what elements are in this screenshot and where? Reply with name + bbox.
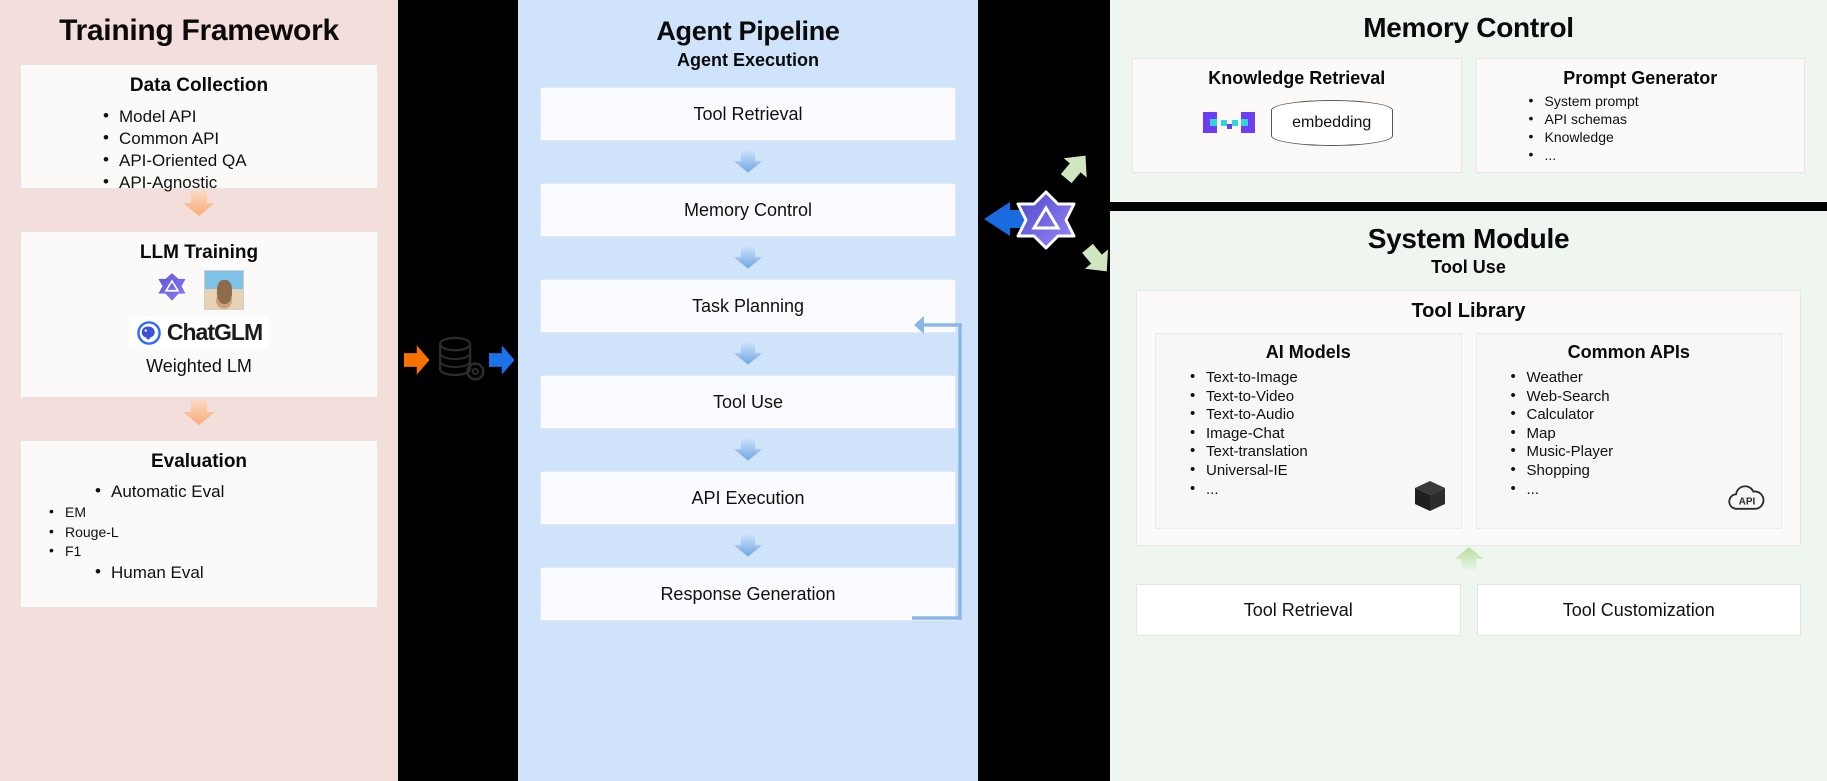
prompt-generator-title: Prompt Generator bbox=[1563, 68, 1718, 88]
arrow-down-blue-4 bbox=[518, 429, 978, 471]
prompt-generator-card: Prompt Generator System prompt API schem… bbox=[1475, 58, 1805, 173]
system-module-subtitle: Tool Use bbox=[1431, 257, 1506, 277]
arrow-down-blue-1 bbox=[518, 141, 978, 183]
list-item: Human Eval bbox=[93, 561, 377, 584]
chatglm-label: ChatGLM bbox=[166, 319, 263, 345]
embedding-database-icon: embedding bbox=[1270, 100, 1393, 146]
data-collection-list: Model API Common API API-Oriented QA API… bbox=[101, 105, 377, 194]
common-apis-title: Common APIs bbox=[1567, 342, 1690, 362]
list-item: ... bbox=[1527, 146, 1805, 165]
embedding-label: embedding bbox=[1292, 114, 1372, 131]
list-item: API-Agnostic bbox=[101, 171, 377, 194]
pipeline-stage-task-planning[interactable]: Task Planning bbox=[540, 279, 956, 333]
data-collection-card: Data Collection Model API Common API API… bbox=[20, 64, 378, 193]
list-item: Text-to-Audio bbox=[1188, 405, 1461, 425]
evaluation-card: Evaluation Automatic Eval EM Rouge-L F1 … bbox=[20, 440, 378, 608]
list-item: Web-Search bbox=[1509, 387, 1782, 407]
list-item: Universal-IE bbox=[1188, 461, 1461, 481]
arrow-green-down-right bbox=[1082, 243, 1108, 272]
chatglm-logo-icon: ChatGLM bbox=[128, 316, 270, 349]
agent-pipeline-title: Agent Pipeline bbox=[656, 16, 840, 46]
prompt-generator-list: System prompt API schemas Knowledge ... bbox=[1527, 92, 1805, 165]
llm-training-card: LLM Training ChatGLM Weighted LM bbox=[20, 231, 378, 398]
agent-pipeline-panel: Agent Pipeline Agent Execution Tool Retr… bbox=[518, 0, 978, 781]
cube-icon bbox=[1413, 479, 1447, 518]
memory-control-title: Memory Control bbox=[1363, 12, 1574, 43]
common-apis-list: Weather Web-Search Calculator Map Music-… bbox=[1509, 368, 1782, 499]
llm-logos-row bbox=[154, 269, 244, 310]
list-item: Music-Player bbox=[1509, 442, 1782, 462]
pipeline-stage-memory-control[interactable]: Memory Control bbox=[540, 183, 956, 237]
list-item: Calculator bbox=[1509, 405, 1782, 425]
system-module-title: System Module bbox=[1367, 223, 1570, 254]
api-cloud-icon: API bbox=[1727, 481, 1767, 518]
list-item: Common API bbox=[101, 127, 377, 150]
list-item: Map bbox=[1509, 424, 1782, 444]
arrow-up-green bbox=[1122, 546, 1815, 572]
list-item: Text-to-Image bbox=[1188, 368, 1461, 388]
ai-models-title: AI Models bbox=[1265, 342, 1351, 362]
common-apis-card: Common APIs Weather Web-Search Calculato… bbox=[1475, 333, 1782, 529]
list-item: Rouge-L bbox=[47, 522, 377, 543]
list-item: Image-Chat bbox=[1188, 424, 1461, 444]
pixel-logo-icon bbox=[1202, 112, 1255, 133]
tool-library-title: Tool Library bbox=[1411, 300, 1526, 322]
training-framework-title: Training Framework bbox=[59, 14, 339, 47]
list-item: API-Oriented QA bbox=[101, 149, 377, 172]
data-flow-connector bbox=[404, 330, 515, 390]
system-module-buttons: Tool Retrieval Tool Customization bbox=[1122, 584, 1815, 636]
training-framework-panel: Training Framework Data Collection Model… bbox=[0, 0, 398, 781]
agent-pipeline-subtitle: Agent Execution bbox=[676, 50, 819, 70]
glm-logo-icon bbox=[1016, 190, 1076, 250]
memory-control-panel: Memory Control Knowledge Retrieval embed… bbox=[1110, 0, 1827, 202]
knowledge-retrieval-card: Knowledge Retrieval embedding bbox=[1132, 58, 1462, 173]
diagram-canvas: Training Framework Data Collection Model… bbox=[0, 0, 1827, 781]
tool-retrieval-button[interactable]: Tool Retrieval bbox=[1136, 584, 1461, 636]
arrow-down-blue-2 bbox=[518, 237, 978, 279]
svg-text:API: API bbox=[1739, 496, 1756, 507]
evaluation-title: Evaluation bbox=[150, 451, 248, 472]
arrow-right-orange bbox=[404, 345, 430, 375]
llama-image-icon bbox=[204, 269, 244, 310]
list-item: Model API bbox=[101, 105, 377, 128]
data-collection-title: Data Collection bbox=[129, 75, 269, 96]
list-item: API schemas bbox=[1527, 110, 1805, 129]
list-item: Automatic Eval bbox=[93, 480, 377, 503]
arrow-down-blue-5 bbox=[518, 525, 978, 567]
list-item: Text-translation bbox=[1188, 442, 1461, 462]
llm-training-title: LLM Training bbox=[139, 242, 259, 263]
pipeline-stage-tool-retrieval[interactable]: Tool Retrieval bbox=[540, 87, 956, 141]
tool-customization-button[interactable]: Tool Customization bbox=[1476, 584, 1801, 636]
pipeline-stage-api-execution[interactable]: API Execution bbox=[540, 471, 956, 525]
pipeline-stage-list: Tool Retrieval Memory Control Task Plann… bbox=[518, 87, 978, 621]
pipeline-stage-tool-use[interactable]: Tool Use bbox=[540, 375, 956, 429]
evaluation-sublist: EM Rouge-L F1 bbox=[47, 502, 377, 562]
knowledge-retrieval-title: Knowledge Retrieval bbox=[1208, 68, 1386, 88]
arrow-green-up-right bbox=[1060, 155, 1087, 184]
arrow-right-blue bbox=[488, 345, 515, 375]
list-item: F1 bbox=[47, 541, 377, 562]
list-item: Weather bbox=[1509, 368, 1782, 388]
pipeline-stage-response-generation[interactable]: Response Generation bbox=[540, 567, 956, 621]
list-item: Knowledge bbox=[1527, 128, 1805, 147]
arrow-down-peach-2 bbox=[20, 398, 378, 428]
list-item: Text-to-Video bbox=[1188, 387, 1461, 407]
weighted-lm-caption: Weighted LM bbox=[146, 356, 252, 376]
list-item: System prompt bbox=[1527, 92, 1805, 111]
feedback-loop-arrow bbox=[912, 316, 962, 620]
list-item: Shopping bbox=[1509, 461, 1782, 481]
system-module-panel: System Module Tool Use Tool Library AI M… bbox=[1110, 211, 1827, 781]
database-gear-icon bbox=[438, 336, 484, 381]
list-item: EM bbox=[47, 502, 377, 523]
evaluation-list-2: Human Eval bbox=[93, 561, 377, 584]
tool-library-card: Tool Library AI Models Text-to-Image Tex… bbox=[1136, 290, 1801, 546]
evaluation-list: Automatic Eval bbox=[93, 480, 377, 503]
ai-models-card: AI Models Text-to-Image Text-to-Video Te… bbox=[1155, 333, 1462, 529]
glm-connector-group bbox=[980, 140, 1108, 310]
arrow-down-blue-3 bbox=[518, 333, 978, 375]
glm-logo-icon bbox=[154, 269, 190, 310]
